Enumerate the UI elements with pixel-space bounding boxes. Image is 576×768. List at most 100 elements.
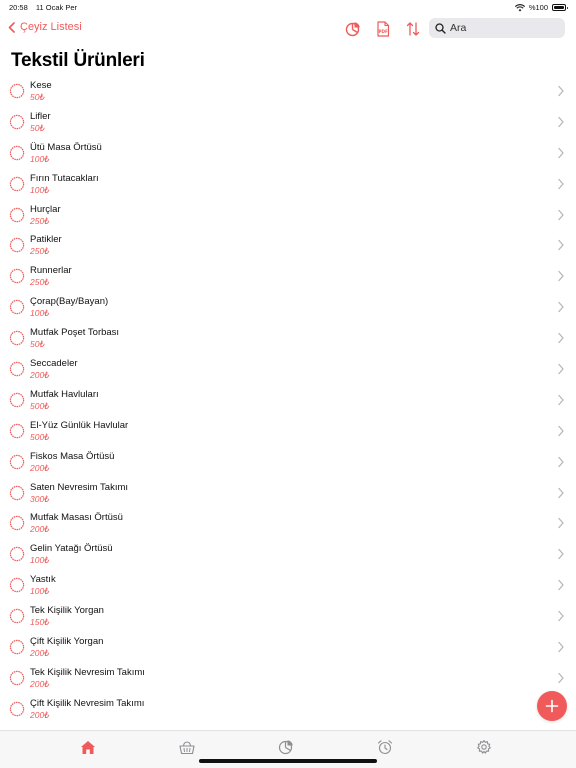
sort-icon xyxy=(406,22,420,36)
battery-icon xyxy=(552,4,568,11)
item-name: El-Yüz Günlük Havlular xyxy=(30,419,129,431)
chevron-right-icon xyxy=(558,487,564,498)
list-item[interactable]: Saten Nevresim Takımı 300₺ xyxy=(0,478,576,509)
pdf-button[interactable]: PDF xyxy=(374,20,392,38)
status-circle-icon xyxy=(9,578,25,593)
sort-button[interactable] xyxy=(404,20,422,38)
status-circle-icon xyxy=(9,516,25,531)
plus-icon xyxy=(545,699,559,713)
tab-settings[interactable] xyxy=(474,738,494,756)
status-circle-icon xyxy=(9,330,25,346)
tab-alarm[interactable] xyxy=(375,738,395,756)
item-name: Yastık xyxy=(30,574,56,586)
chevron-right-icon xyxy=(558,209,564,220)
search-input[interactable] xyxy=(450,22,560,34)
page-title: Tekstil Ürünleri xyxy=(11,50,145,71)
pie-chart-icon xyxy=(278,740,293,755)
status-bar: 20:58 11 Ocak Per %100 xyxy=(0,0,576,14)
status-circle-icon xyxy=(9,485,25,500)
chevron-right-icon xyxy=(558,610,564,622)
battery-percent: %100 xyxy=(528,3,548,12)
item-name: Mutfak Poşet Torbası xyxy=(30,327,120,339)
item-name: Gelin Yatağı Örtüsü xyxy=(30,543,113,555)
list-item[interactable]: Runnerlar 250₺ xyxy=(0,261,576,292)
status-circle-icon xyxy=(9,639,25,655)
list-item[interactable]: Yastık 100₺ xyxy=(0,570,576,601)
item-price: 200₺ xyxy=(30,648,50,659)
status-circle-icon xyxy=(9,114,25,130)
status-circle-icon xyxy=(9,145,25,160)
item-price: 200₺ xyxy=(30,709,50,720)
list-item[interactable]: Ütü Masa Örtüsü 100₺ xyxy=(0,138,576,169)
list-item[interactable]: Hurçlar 250₺ xyxy=(0,200,576,231)
item-name: Fırın Tutacakları xyxy=(30,172,99,184)
item-price: 250₺ xyxy=(30,215,50,226)
tab-chart[interactable] xyxy=(276,738,296,756)
item-name: Mutfak Havluları xyxy=(30,388,99,400)
chevron-left-icon xyxy=(8,21,15,33)
list-item[interactable]: Fırın Tutacakları 100₺ xyxy=(0,169,576,200)
item-name: Tek Kişilik Nevresim Takımı xyxy=(30,666,145,678)
item-name: Runnerlar xyxy=(30,265,72,277)
item-price: 150₺ xyxy=(30,617,50,628)
chevron-right-icon xyxy=(558,549,564,560)
back-button[interactable]: Çeyiz Listesi xyxy=(8,21,82,33)
item-name: Tek Kişilik Yorgan xyxy=(30,605,104,617)
item-name: Seccadeler xyxy=(30,358,78,370)
wifi-icon xyxy=(514,3,525,11)
item-name: Hurçlar xyxy=(30,203,61,215)
battery-fill xyxy=(554,6,564,9)
list-item[interactable]: Mutfak Masası Örtüsü 200₺ xyxy=(0,508,576,539)
chevron-right-icon xyxy=(558,394,564,406)
chevron-right-icon xyxy=(558,178,564,189)
chevron-right-icon xyxy=(558,116,564,128)
item-price: 200₺ xyxy=(30,462,50,473)
list-item[interactable]: El-Yüz Günlük Havlular 500₺ xyxy=(0,416,576,447)
item-price: 200₺ xyxy=(30,678,50,689)
list-item[interactable]: Çorap(Bay/Bayan) 100₺ xyxy=(0,292,576,323)
status-circle-icon xyxy=(9,176,25,191)
item-name: Mutfak Masası Örtüsü xyxy=(30,512,123,524)
item-price: 100₺ xyxy=(30,308,50,319)
add-item-button[interactable] xyxy=(537,691,567,721)
chevron-right-icon xyxy=(558,363,564,375)
list-item[interactable]: Mutfak Havluları 500₺ xyxy=(0,385,576,416)
list-item[interactable]: Mutfak Poşet Torbası 50₺ xyxy=(0,323,576,354)
chevron-right-icon xyxy=(558,425,564,436)
item-price: 200₺ xyxy=(30,524,50,535)
list-item[interactable]: Fiskos Masa Örtüsü 200₺ xyxy=(0,447,576,478)
list-item[interactable]: Tek Kişilik Yorgan 150₺ xyxy=(0,601,576,632)
tab-home[interactable] xyxy=(78,738,98,756)
item-name: Saten Nevresim Takımı xyxy=(30,481,129,493)
status-circle-icon xyxy=(9,670,25,686)
item-price: 500₺ xyxy=(30,431,50,442)
chevron-right-icon xyxy=(558,332,564,344)
item-price: 50₺ xyxy=(30,339,45,350)
item-price: 250₺ xyxy=(30,277,50,288)
list-item[interactable]: Çift Kişilik Nevresim Takımı 200₺ xyxy=(0,694,576,725)
item-name: Kese xyxy=(30,80,52,91)
item-price: 300₺ xyxy=(30,493,50,504)
status-time: 20:58 xyxy=(9,3,28,12)
status-circle-icon xyxy=(9,701,25,717)
status-circle-icon xyxy=(9,608,25,624)
chevron-right-icon xyxy=(558,147,564,158)
status-circle-icon xyxy=(9,392,25,408)
item-price: 100₺ xyxy=(30,555,50,566)
list-item[interactable]: Tek Kişilik Nevresim Takımı 200₺ xyxy=(0,663,576,694)
chevron-right-icon xyxy=(558,240,564,251)
chevron-right-icon xyxy=(558,672,564,684)
search-box[interactable] xyxy=(429,18,565,38)
list-item[interactable]: Patikler 250₺ xyxy=(0,230,576,261)
chevron-right-icon xyxy=(558,518,564,529)
item-price: 250₺ xyxy=(30,246,50,257)
list-item[interactable]: Çift Kişilik Yorgan 200₺ xyxy=(0,632,576,663)
pie-chart-icon xyxy=(345,22,360,37)
tab-basket[interactable] xyxy=(177,738,197,756)
chart-button[interactable] xyxy=(344,20,362,38)
list-item[interactable]: Kese 50₺ xyxy=(0,76,576,107)
search-icon xyxy=(435,22,446,34)
list-item[interactable]: Gelin Yatağı Örtüsü 100₺ xyxy=(0,539,576,570)
list-item[interactable]: Seccadeler 200₺ xyxy=(0,354,576,385)
list-item[interactable]: Lifler 50₺ xyxy=(0,107,576,138)
